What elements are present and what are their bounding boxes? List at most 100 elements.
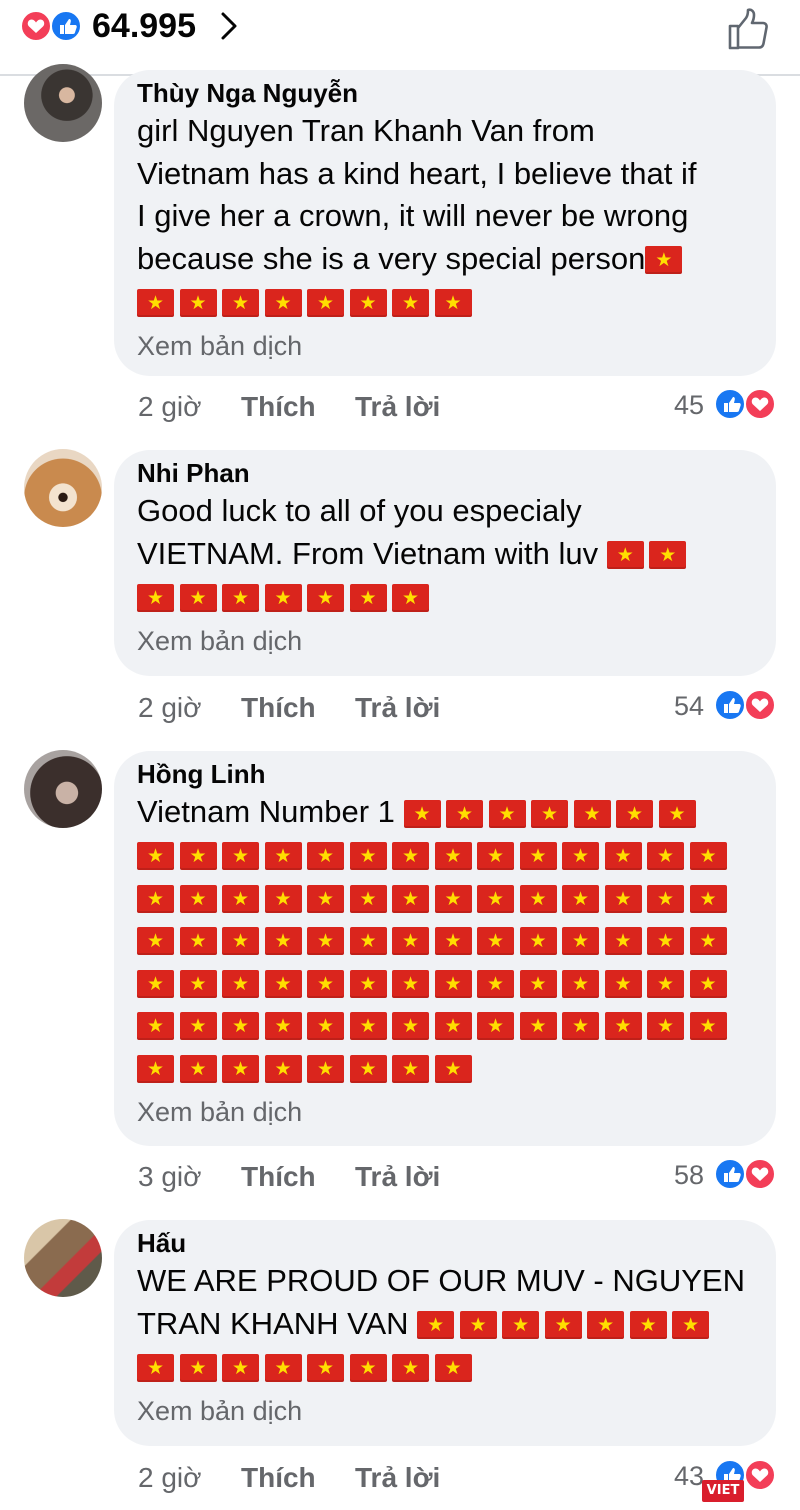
avatar[interactable] bbox=[24, 750, 102, 828]
comment-line-with-flag: because she is a very special person bbox=[137, 238, 754, 282]
reply-button[interactable]: Trả lời bbox=[355, 688, 440, 728]
vietnam-flag-icon bbox=[264, 583, 302, 612]
vietnam-flag-icon bbox=[222, 583, 259, 612]
vietnam-flag-icon bbox=[477, 1012, 514, 1041]
vietnam-flag-icon bbox=[417, 1311, 455, 1340]
see-translation-link[interactable]: Xem bản dịch bbox=[137, 1391, 754, 1431]
vietnam-flag-icon bbox=[477, 969, 514, 998]
vietnam-flag-icon bbox=[434, 884, 472, 913]
reaction-icons[interactable] bbox=[20, 9, 84, 43]
see-translation-link[interactable]: Xem bản dịch bbox=[137, 326, 754, 366]
comment-line: girl Nguyen Tran Khanh Van from bbox=[137, 113, 595, 148]
vietnam-flag-icon bbox=[222, 969, 259, 998]
watermark-logo: VIET bbox=[702, 1480, 744, 1502]
vietnam-flag-icon bbox=[264, 842, 302, 871]
vietnam-flag-icon bbox=[459, 1311, 497, 1340]
vietnam-flag-icon bbox=[179, 1353, 217, 1382]
vietnam-flag-icon bbox=[137, 1012, 174, 1041]
vietnam-flag-icon bbox=[137, 288, 174, 317]
vietnam-flag-icon bbox=[137, 842, 174, 871]
vietnam-flag-icon bbox=[349, 1054, 387, 1083]
like-icon bbox=[50, 10, 82, 42]
like-button[interactable]: Thích bbox=[241, 387, 316, 427]
like-button[interactable]: Thích bbox=[241, 1458, 316, 1498]
flag-row bbox=[137, 878, 754, 921]
vietnam-flag-icon bbox=[137, 927, 174, 956]
vietnam-flag-icon bbox=[222, 884, 259, 913]
vietnam-flag-icon bbox=[562, 842, 599, 871]
comment-time[interactable]: 2 giờ bbox=[138, 688, 202, 728]
reaction-count[interactable]: 45 bbox=[674, 386, 704, 424]
vietnam-flag-icon bbox=[477, 842, 514, 871]
vietnam-flag-icon bbox=[222, 1012, 259, 1041]
comment-text: WE ARE PROUD OF OUR MUV - NGUYEN TRAN KH… bbox=[137, 1260, 754, 1389]
vietnam-flag-icon bbox=[392, 1012, 429, 1041]
vietnam-flag-icon bbox=[616, 799, 654, 828]
flag-row bbox=[137, 577, 754, 620]
reply-button[interactable]: Trả lời bbox=[355, 387, 440, 427]
reaction-count[interactable]: 54 bbox=[674, 687, 704, 725]
comment-author[interactable]: Hồng Linh bbox=[137, 757, 754, 791]
vietnam-flag-icon bbox=[647, 927, 684, 956]
vietnam-flag-icon bbox=[349, 583, 387, 612]
vietnam-flag-icon bbox=[392, 1353, 429, 1382]
vietnam-flag-icon bbox=[434, 1012, 472, 1041]
comment-bubble: Hấu WE ARE PROUD OF OUR MUV - NGUYEN TRA… bbox=[114, 1220, 776, 1446]
avatar[interactable] bbox=[24, 449, 102, 527]
heart-icon bbox=[20, 10, 52, 42]
vietnam-flag-icon bbox=[179, 842, 217, 871]
vietnam-flag-icon bbox=[477, 927, 514, 956]
vietnam-flag-icon bbox=[264, 884, 302, 913]
vietnam-flag-icon bbox=[264, 1353, 302, 1382]
comment-author[interactable]: Nhi Phan bbox=[137, 456, 754, 490]
vietnam-flag-icon bbox=[349, 1353, 387, 1382]
chevron-right-icon[interactable] bbox=[218, 10, 240, 42]
reaction-count[interactable]: 43 bbox=[674, 1457, 704, 1495]
avatar[interactable] bbox=[24, 1219, 102, 1297]
vietnam-flag-icon bbox=[392, 927, 429, 956]
vietnam-flag-icon bbox=[179, 1054, 217, 1083]
comment-time[interactable]: 3 giờ bbox=[138, 1157, 202, 1197]
reply-button[interactable]: Trả lời bbox=[355, 1458, 440, 1498]
comment-reaction-icons[interactable] bbox=[712, 688, 778, 722]
vietnam-flag-icon bbox=[519, 842, 557, 871]
like-button[interactable]: Thích bbox=[241, 688, 316, 728]
vietnam-flag-icon bbox=[264, 969, 302, 998]
comment-reaction-icons[interactable] bbox=[712, 1157, 778, 1191]
like-button[interactable]: Thích bbox=[241, 1157, 316, 1197]
reaction-count[interactable]: 58 bbox=[674, 1156, 704, 1194]
comment-line: I give her a crown, it will never be wro… bbox=[137, 198, 689, 233]
vietnam-flag-icon bbox=[392, 969, 429, 998]
comment-time[interactable]: 2 giờ bbox=[138, 387, 202, 427]
comment-bubble: Hồng Linh Vietnam Number 1 Xem bản dịch bbox=[114, 751, 776, 1146]
comment-author[interactable]: Thùy Nga Nguyễn bbox=[137, 76, 754, 110]
vietnam-flag-icon bbox=[531, 799, 569, 828]
comment-author[interactable]: Hấu bbox=[137, 1226, 754, 1260]
comment-line-with-flag: TRAN KHANH VAN bbox=[137, 1303, 754, 1347]
vietnam-flag-icon bbox=[562, 969, 599, 998]
vietnam-flag-icon bbox=[645, 246, 683, 275]
vietnam-flag-icon bbox=[349, 288, 387, 317]
comment-time[interactable]: 2 giờ bbox=[138, 1458, 202, 1498]
see-translation-link[interactable]: Xem bản dịch bbox=[137, 621, 754, 661]
comment-line: Vietnam Number 1 bbox=[137, 794, 395, 829]
vietnam-flag-icon bbox=[519, 884, 557, 913]
vietnam-flag-icon bbox=[264, 1054, 302, 1083]
vietnam-flag-icon bbox=[179, 884, 217, 913]
see-translation-link[interactable]: Xem bản dịch bbox=[137, 1092, 754, 1132]
thumbs-up-outline-icon[interactable] bbox=[726, 6, 772, 52]
reply-button[interactable]: Trả lời bbox=[355, 1157, 440, 1197]
vietnam-flag-icon bbox=[689, 884, 727, 913]
comment-reaction-icons[interactable] bbox=[712, 387, 778, 421]
vietnam-flag-icon bbox=[392, 884, 429, 913]
vietnam-flag-icon bbox=[179, 1012, 217, 1041]
avatar[interactable] bbox=[24, 64, 102, 142]
comment-line: because she is a very special person bbox=[137, 240, 646, 276]
vietnam-flag-icon bbox=[519, 927, 557, 956]
vietnam-flag-icon bbox=[222, 927, 259, 956]
vietnam-flag-icon bbox=[264, 927, 302, 956]
vietnam-flag-icon bbox=[222, 1353, 259, 1382]
vietnam-flag-icon bbox=[222, 288, 259, 317]
flag-row bbox=[137, 920, 754, 963]
reaction-count[interactable]: 64.995 bbox=[92, 6, 196, 46]
